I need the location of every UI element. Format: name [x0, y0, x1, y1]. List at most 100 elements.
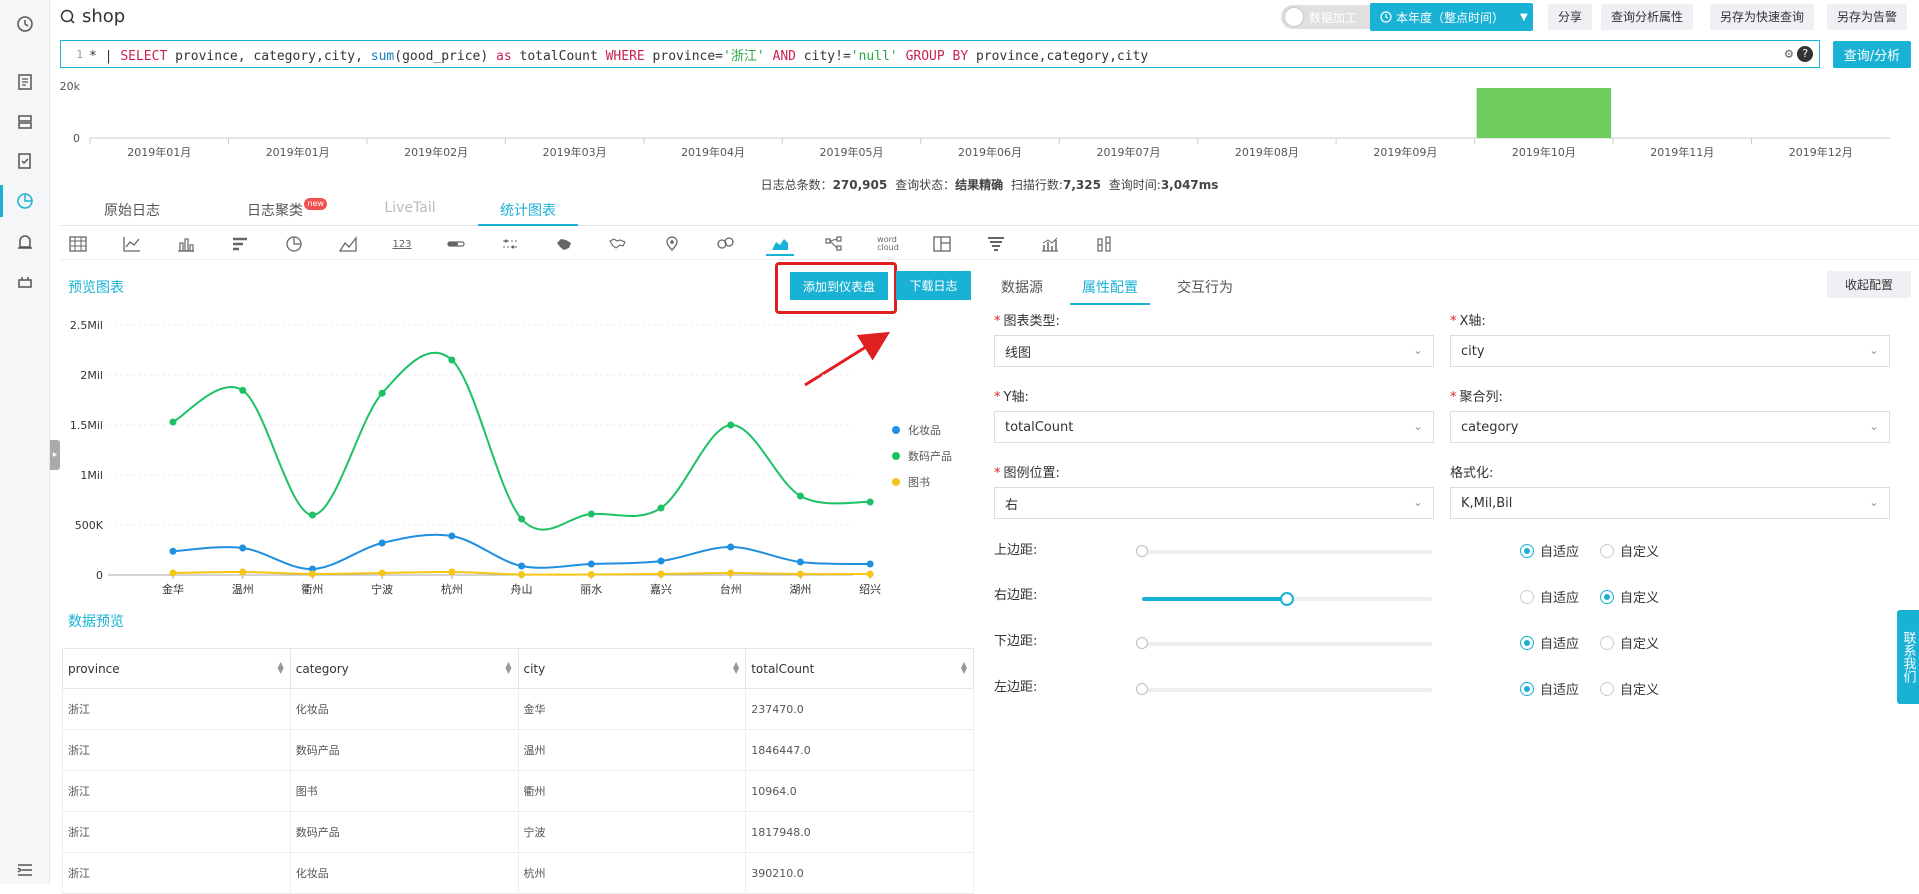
column-header[interactable]: city ▲ ▼	[517, 648, 747, 689]
settings-icon[interactable]: ⚙	[1785, 46, 1793, 62]
chevron-down-icon: ⌄	[1868, 419, 1879, 433]
share-button[interactable]: 分享	[1548, 4, 1593, 30]
bottom-margin-auto-radio[interactable]: 自适应	[1520, 633, 1579, 652]
query-editor[interactable]: 1 * | SELECT province, category,city, su…	[60, 40, 1820, 68]
data-point	[657, 557, 665, 565]
chart-type-select[interactable]: 线图 ⌄	[994, 335, 1434, 367]
save-alert-button[interactable]: 另存为告警	[1827, 4, 1908, 30]
left-margin-knob[interactable]	[1136, 683, 1148, 695]
download-log-button[interactable]: 下载日志	[896, 271, 971, 300]
column-header-label: city	[523, 661, 546, 676]
time-range-button[interactable]: 本年度（整点时间） ▼	[1370, 3, 1533, 31]
log-histogram: 320k 0 2019年01月 2019年01月 2019年02月 2019年03月 201…	[60, 80, 1890, 159]
alert-icon[interactable]	[13, 230, 37, 254]
treemap-icon[interactable]	[928, 232, 956, 256]
left-margin-custom-radio[interactable]: 自定义	[1600, 679, 1659, 698]
pie-chart-icon[interactable]	[280, 232, 308, 256]
agg-column-value: category	[1461, 419, 1519, 435]
area-chart-icon[interactable]	[334, 232, 362, 256]
data-process-toggle[interactable]: 数据加工	[1281, 5, 1381, 29]
bar-chart-icon[interactable]	[172, 232, 200, 256]
china-map-icon[interactable]	[550, 232, 578, 256]
save-quick-query-button[interactable]: 另存为快速查询	[1710, 4, 1815, 30]
table-cell: 化妆品	[289, 688, 519, 730]
tab-properties[interactable]: 属性配置	[1070, 277, 1150, 305]
tab-raw-logs[interactable]: 原始日志	[82, 200, 182, 226]
left-margin-auto-radio[interactable]: 自适应	[1520, 679, 1579, 698]
data-point	[378, 389, 386, 397]
progress-bar-icon[interactable]	[442, 232, 470, 256]
right-margin-auto-radio[interactable]: 自适应	[1520, 587, 1579, 606]
database-icon[interactable]	[13, 110, 37, 134]
column-header[interactable]: totalCount ▲ ▼	[745, 648, 974, 689]
world-map-icon[interactable]	[604, 232, 632, 256]
tab-log-cluster[interactable]: 日志聚类 new	[225, 198, 327, 226]
sort-icon[interactable]: ▲ ▼	[505, 661, 511, 675]
left-margin-slider[interactable]	[1142, 688, 1432, 692]
top-margin-knob[interactable]	[1136, 545, 1148, 557]
table-cell: 237470.0	[745, 688, 974, 730]
data-point	[308, 511, 316, 519]
plugin-icon[interactable]	[13, 270, 37, 294]
y-axis-select[interactable]: totalCount ⌄	[994, 411, 1434, 443]
funnel-icon[interactable]	[982, 232, 1010, 256]
horizontal-bar-icon[interactable]	[226, 232, 254, 256]
sort-icon[interactable]: ▲ ▼	[961, 661, 967, 675]
sidebar-collapse-handle[interactable]: ▸	[50, 440, 60, 470]
tab-statistics-chart[interactable]: 统计图表	[478, 200, 578, 226]
top-margin-auto-radio[interactable]: 自适应	[1520, 541, 1579, 560]
column-header[interactable]: province ▲ ▼	[62, 648, 291, 689]
word-cloud-icon[interactable]: word cloud	[874, 232, 902, 256]
radio-dot	[1520, 589, 1534, 604]
dashboard-icon[interactable]	[13, 189, 37, 213]
tab-interaction[interactable]: 交互行为	[1170, 277, 1240, 305]
help-icon[interactable]: ?	[1797, 46, 1813, 62]
report-icon[interactable]	[13, 149, 37, 173]
x-tick-label: 绍兴	[859, 582, 881, 596]
top-margin-custom-radio[interactable]: 自定义	[1600, 541, 1659, 560]
location-map-icon[interactable]	[658, 232, 686, 256]
bottom-margin-custom-radio[interactable]: 自定义	[1600, 633, 1659, 652]
query-analyze-button[interactable]: 查询/分析	[1833, 41, 1911, 68]
radio-dot	[1600, 589, 1614, 604]
flow-area-chart-icon[interactable]	[766, 232, 794, 256]
data-point	[239, 386, 247, 394]
histogram-x-label: 2019年09月	[1373, 145, 1437, 159]
combo-chart-icon[interactable]	[1036, 232, 1064, 256]
agg-column-select[interactable]: category ⌄	[1450, 411, 1890, 443]
line-chart-icon[interactable]	[118, 232, 146, 256]
table-cell: 图书	[289, 770, 519, 812]
format-select[interactable]: K,Mil,Bil ⌄	[1450, 487, 1890, 519]
column-header[interactable]: category ▲ ▼	[289, 648, 519, 689]
collapse-config-button[interactable]: 收起配置	[1827, 271, 1911, 298]
legend-position-select[interactable]: 右 ⌄	[994, 487, 1434, 519]
top-margin-slider[interactable]	[1142, 550, 1432, 554]
right-margin-custom-radio[interactable]: 自定义	[1600, 587, 1659, 606]
stacked-bar-icon[interactable]	[1090, 232, 1118, 256]
contact-us-button[interactable]: 联系我们	[1897, 610, 1919, 704]
table-row: 浙江 化妆品 金华 237470.0	[62, 688, 974, 730]
left-margin-label: 左边距:	[994, 680, 1038, 695]
flow-chart-icon[interactable]	[712, 232, 740, 256]
clock-icon[interactable]	[13, 12, 37, 36]
query-props-button[interactable]: 查询分析属性	[1601, 4, 1694, 30]
y-tick-label: 500K	[75, 519, 104, 532]
tab-livetail[interactable]: LiveTail	[360, 200, 460, 226]
menu-toggle-icon[interactable]	[13, 858, 37, 882]
table-chart-icon[interactable]	[64, 232, 92, 256]
sort-icon[interactable]: ▲ ▼	[278, 661, 284, 675]
time-label: 查询时间:	[1108, 178, 1161, 192]
sort-icon[interactable]: ▲ ▼	[733, 661, 739, 675]
legend-marker	[892, 426, 900, 434]
scan-value: 7,325	[1062, 178, 1101, 192]
single-value-icon[interactable]: 123	[388, 232, 416, 256]
tab-data-source[interactable]: 数据源	[992, 277, 1052, 305]
bottom-margin-knob[interactable]	[1136, 637, 1148, 649]
sankey-icon[interactable]	[820, 232, 848, 256]
right-margin-knob[interactable]	[1280, 592, 1294, 606]
document-icon[interactable]	[13, 70, 37, 94]
map-icon[interactable]	[496, 232, 524, 256]
data-point	[239, 568, 247, 576]
bottom-margin-slider[interactable]	[1142, 642, 1432, 646]
x-axis-select[interactable]: city ⌄	[1450, 335, 1890, 367]
